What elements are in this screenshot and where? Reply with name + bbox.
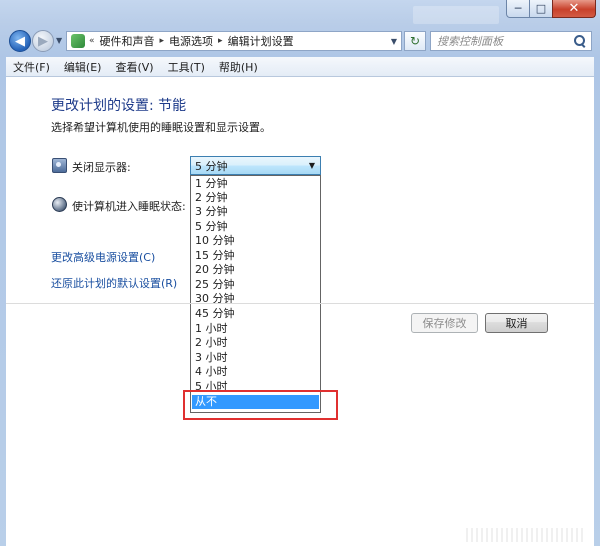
display-icon [52, 158, 67, 173]
forward-arrow-icon: ▶ [38, 33, 48, 49]
dropdown-option-3-min[interactable]: 3 分钟 [192, 205, 319, 219]
dropdown-option-2-hr[interactable]: 2 小时 [192, 336, 319, 350]
content-pane: 更改计划的设置: 节能 选择希望计算机使用的睡眠设置和显示设置。 关闭显示器: … [6, 77, 594, 546]
chevron-down-icon[interactable]: ▼ [309, 161, 315, 170]
restore-defaults-link[interactable]: 还原此计划的默认设置(R) [51, 275, 177, 291]
dropdown-option-25-min[interactable]: 25 分钟 [192, 278, 319, 292]
dropdown-option-1-hr[interactable]: 1 小时 [192, 322, 319, 336]
breadcrumb-power-options[interactable]: 电源选项 [169, 33, 213, 49]
dropdown-option-5-min[interactable]: 5 分钟 [192, 220, 319, 234]
dropdown-option-4-hr[interactable]: 4 小时 [192, 365, 319, 379]
breadcrumb-separator-icon[interactable]: ▸ [218, 36, 223, 46]
control-panel-icon [71, 34, 85, 48]
window-frame: ─ □ ✕ ◀ ▶ ▼ « 硬件和声音 ▸ 电源选项 ▸ 编辑计划设置 ▼ ↻ … [0, 0, 600, 546]
menu-tools[interactable]: 工具(T) [161, 59, 212, 75]
display-off-dropdown-list: 1 分钟 2 分钟 3 分钟 5 分钟 10 分钟 15 分钟 20 分钟 25… [190, 175, 321, 413]
search-icon[interactable] [574, 35, 586, 47]
menu-view[interactable]: 查看(V) [108, 59, 160, 75]
annotation-highlight-box [183, 390, 338, 420]
sleep-icon [52, 197, 67, 212]
back-arrow-icon: ◀ [15, 33, 25, 49]
advanced-power-settings-link[interactable]: 更改高级电源设置(C) [51, 249, 155, 265]
dropdown-option-3-hr[interactable]: 3 小时 [192, 351, 319, 365]
display-off-select[interactable]: 5 分钟 ▼ [190, 156, 321, 175]
address-overflow-icon[interactable]: « [89, 36, 95, 46]
menu-help[interactable]: 帮助(H) [212, 59, 265, 75]
cancel-button[interactable]: 取消 [485, 313, 548, 333]
close-button[interactable]: ✕ [552, 0, 596, 18]
search-box[interactable] [430, 31, 592, 51]
refresh-button[interactable]: ↻ [404, 31, 426, 51]
dropdown-option-20-min[interactable]: 20 分钟 [192, 263, 319, 277]
page-title: 更改计划的设置: 节能 [51, 98, 187, 114]
display-off-selected-value: 5 分钟 [195, 159, 228, 173]
history-dropdown-icon[interactable]: ▼ [56, 36, 62, 45]
breadcrumb-hardware-sound[interactable]: 硬件和声音 [100, 33, 155, 49]
address-dropdown-icon[interactable]: ▼ [391, 37, 397, 46]
menu-edit[interactable]: 编辑(E) [57, 59, 109, 75]
dropdown-option-45-min[interactable]: 45 分钟 [192, 307, 319, 321]
maximize-button[interactable]: □ [529, 0, 553, 18]
dropdown-option-10-min[interactable]: 10 分钟 [192, 234, 319, 248]
breadcrumb-edit-plan[interactable]: 编辑计划设置 [228, 33, 294, 49]
address-bar[interactable]: « 硬件和声音 ▸ 电源选项 ▸ 编辑计划设置 ▼ [66, 31, 402, 51]
watermark [466, 528, 586, 542]
save-changes-button[interactable]: 保存修改 [411, 313, 478, 333]
forward-button[interactable]: ▶ [32, 30, 54, 52]
background-title-area [413, 6, 499, 24]
back-button[interactable]: ◀ [9, 30, 31, 52]
display-off-label: 关闭显示器: [72, 161, 131, 174]
page-description: 选择希望计算机使用的睡眠设置和显示设置。 [51, 121, 271, 134]
breadcrumb-separator-icon[interactable]: ▸ [160, 36, 165, 46]
search-input[interactable] [437, 34, 573, 48]
divider [6, 303, 594, 304]
dropdown-option-1-min[interactable]: 1 分钟 [192, 177, 319, 191]
dropdown-option-2-min[interactable]: 2 分钟 [192, 191, 319, 205]
minimize-button[interactable]: ─ [506, 0, 530, 18]
sleep-label: 使计算机进入睡眠状态: [72, 200, 186, 213]
menu-bar: 文件(F) 编辑(E) 查看(V) 工具(T) 帮助(H) [6, 57, 594, 77]
refresh-icon: ↻ [409, 34, 421, 48]
menu-file[interactable]: 文件(F) [6, 59, 57, 75]
dropdown-option-15-min[interactable]: 15 分钟 [192, 249, 319, 263]
